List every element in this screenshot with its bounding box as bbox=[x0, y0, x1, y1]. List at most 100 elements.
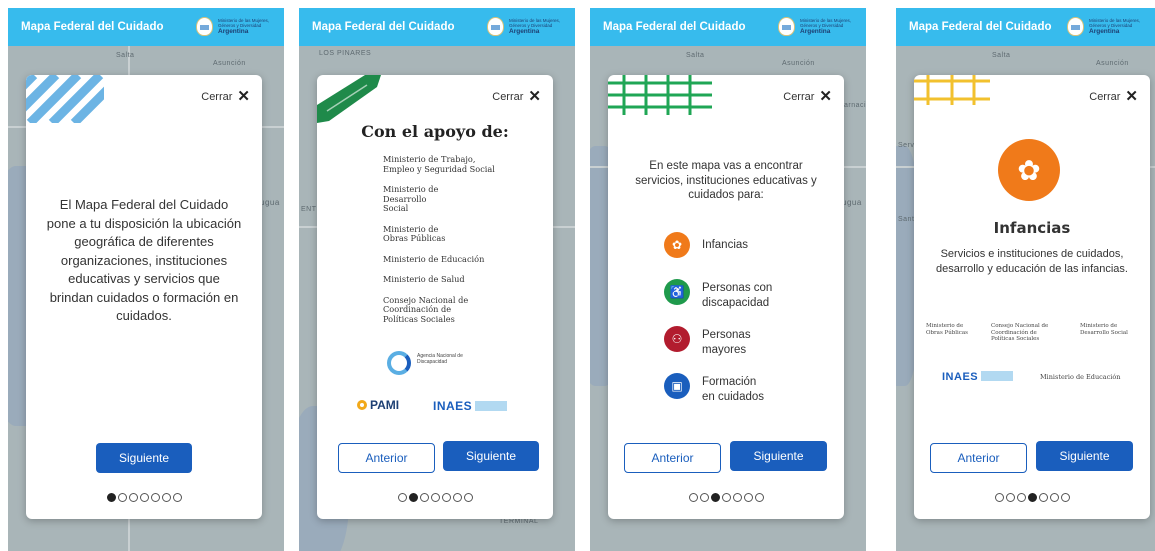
sponsor-item: Ministerio de Obras Públicas bbox=[383, 223, 446, 243]
page-dot[interactable] bbox=[699, 493, 709, 502]
agency-text: Agencia Nacional de Discapacidad bbox=[417, 353, 463, 365]
page-dot[interactable] bbox=[172, 493, 182, 502]
page-dot-active[interactable] bbox=[1027, 493, 1037, 502]
prev-button[interactable]: Anterior bbox=[624, 443, 721, 473]
green-brush-decoration bbox=[317, 75, 381, 123]
category-item[interactable]: ✿ Infancias bbox=[664, 230, 814, 277]
sponsor-item: Ministerio de Salud bbox=[383, 274, 465, 284]
close-label: Cerrar bbox=[1089, 91, 1121, 103]
page-dot[interactable] bbox=[994, 493, 1004, 502]
app-header: Mapa Federal del Cuidado Ministerio de l… bbox=[896, 8, 1155, 46]
prev-button[interactable]: Anterior bbox=[338, 443, 435, 473]
page-dot-active[interactable] bbox=[710, 493, 720, 502]
screen-intro: Salta Asunción ugua Mapa Federal del Cui… bbox=[8, 8, 284, 551]
coat-of-arms-icon bbox=[778, 17, 795, 36]
intro-text: El Mapa Federal del Cuidado pone a tu di… bbox=[46, 197, 242, 323]
org-item: Ministerio de Educación bbox=[1040, 373, 1121, 381]
screen-infancias: Salta Asunción Serv Sant Mapa Federal de… bbox=[896, 8, 1155, 551]
onboarding-modal: Cerrar ✕ Con el apoyo de: Ministerio de … bbox=[317, 75, 553, 519]
elderly-icon: ⚇ bbox=[664, 326, 690, 352]
close-button[interactable]: Cerrar ✕ bbox=[1089, 89, 1138, 104]
sponsor-item: Ministerio de Desarrollo Social bbox=[383, 184, 439, 213]
intro-text: En este mapa vas a encontrar servicios, … bbox=[635, 160, 817, 201]
map-label: Serv bbox=[898, 142, 915, 149]
next-button[interactable]: Siguiente bbox=[730, 441, 827, 471]
map-label: Sant bbox=[898, 216, 915, 223]
category-item[interactable]: ⚇ Personas mayores bbox=[664, 324, 814, 371]
page-dot[interactable] bbox=[1005, 493, 1015, 502]
close-button[interactable]: Cerrar ✕ bbox=[783, 88, 832, 105]
page-dot[interactable] bbox=[452, 493, 462, 502]
app-title: Mapa Federal del Cuidado bbox=[312, 21, 455, 33]
page-dot[interactable] bbox=[161, 493, 171, 502]
sponsor-item: Consejo Nacional de Coordinación de Polí… bbox=[383, 294, 469, 324]
page-dot[interactable] bbox=[128, 493, 138, 502]
category-title: Infancias bbox=[993, 219, 1071, 237]
close-icon: ✕ bbox=[237, 88, 250, 105]
close-icon: ✕ bbox=[819, 88, 832, 105]
page-dot-active[interactable] bbox=[408, 493, 418, 502]
category-label: Infancias bbox=[702, 239, 749, 251]
map-label: ugua bbox=[842, 198, 862, 207]
next-button[interactable]: Siguiente bbox=[1036, 441, 1133, 471]
category-item[interactable]: ♿ Personas con discapacidad bbox=[664, 277, 814, 324]
map-label: arnaci bbox=[844, 102, 866, 109]
category-label: Personas mayores bbox=[702, 329, 751, 356]
close-label: Cerrar bbox=[783, 91, 815, 103]
page-dot[interactable] bbox=[150, 493, 160, 502]
coat-of-arms-icon bbox=[487, 17, 504, 36]
logo-text: Ministerio de las Mujeres, Géneros y Div… bbox=[218, 18, 270, 28]
coat-of-arms-icon bbox=[196, 17, 213, 36]
puzzle-icon: ✿ bbox=[664, 232, 690, 258]
page-dot[interactable] bbox=[117, 493, 127, 502]
app-title: Mapa Federal del Cuidado bbox=[603, 21, 746, 33]
inaes-text: INAES bbox=[942, 371, 979, 383]
puzzle-icon: ✿ bbox=[998, 139, 1060, 201]
inaes-logo: INAES bbox=[942, 371, 1014, 383]
page-dot[interactable] bbox=[743, 493, 753, 502]
page-dot[interactable] bbox=[397, 493, 407, 502]
page-dot[interactable] bbox=[732, 493, 742, 502]
sponsor-item: Ministerio de Educación bbox=[383, 253, 485, 264]
close-label: Cerrar bbox=[492, 91, 524, 103]
page-dot[interactable] bbox=[1060, 493, 1070, 502]
ministry-logo: Ministerio de las Mujeres, Géneros y Div… bbox=[487, 16, 567, 38]
onboarding-modal: Cerrar ✕ En este mapa vas a encontrar se… bbox=[608, 75, 844, 519]
app-header: Mapa Federal del Cuidado Ministerio de l… bbox=[8, 8, 284, 46]
page-dot[interactable] bbox=[139, 493, 149, 502]
page-dot[interactable] bbox=[721, 493, 731, 502]
onboarding-modal: Cerrar ✕ El Mapa Federal del Cuidado pon… bbox=[26, 75, 262, 519]
org-logos: Ministerio de Obras Públicas Consejo Nac… bbox=[926, 323, 1142, 343]
category-item[interactable]: ▣ Formación en cuidados bbox=[664, 371, 814, 418]
close-button[interactable]: Cerrar ✕ bbox=[201, 88, 250, 105]
inaes-text: INAES bbox=[433, 399, 473, 413]
pagination-dots bbox=[608, 493, 844, 502]
page-dot[interactable] bbox=[419, 493, 429, 502]
page-dot[interactable] bbox=[1049, 493, 1059, 502]
map-label: Asunción bbox=[782, 60, 815, 67]
map-label: Salta bbox=[992, 52, 1011, 59]
green-grid-decoration bbox=[608, 75, 712, 115]
category-description: Servicios e instituciones de cuidados, d… bbox=[935, 248, 1128, 275]
app-title: Mapa Federal del Cuidado bbox=[21, 21, 164, 33]
page-dot-active[interactable] bbox=[106, 493, 116, 502]
prev-button[interactable]: Anterior bbox=[930, 443, 1027, 473]
page-dot[interactable] bbox=[754, 493, 764, 502]
page-dot[interactable] bbox=[463, 493, 473, 502]
agency-ring-icon bbox=[387, 351, 411, 375]
page-dot[interactable] bbox=[688, 493, 698, 502]
next-button[interactable]: Siguiente bbox=[96, 443, 192, 473]
map-label: ugua bbox=[260, 198, 280, 207]
page-dot[interactable] bbox=[1038, 493, 1048, 502]
next-button[interactable]: Siguiente bbox=[443, 441, 539, 471]
ministry-logo: Ministerio de las Mujeres, Géneros y Div… bbox=[196, 16, 276, 38]
page-dot[interactable] bbox=[1016, 493, 1026, 502]
pagination-dots bbox=[26, 493, 262, 502]
logo-country: Argentina bbox=[800, 28, 831, 35]
page-dot[interactable] bbox=[430, 493, 440, 502]
logo-country: Argentina bbox=[509, 28, 540, 35]
page-dot[interactable] bbox=[441, 493, 451, 502]
map-label: TERMINAL bbox=[499, 518, 539, 525]
close-button[interactable]: Cerrar ✕ bbox=[492, 89, 541, 104]
logo-text: Ministerio de las Mujeres, Géneros y Div… bbox=[800, 18, 852, 28]
